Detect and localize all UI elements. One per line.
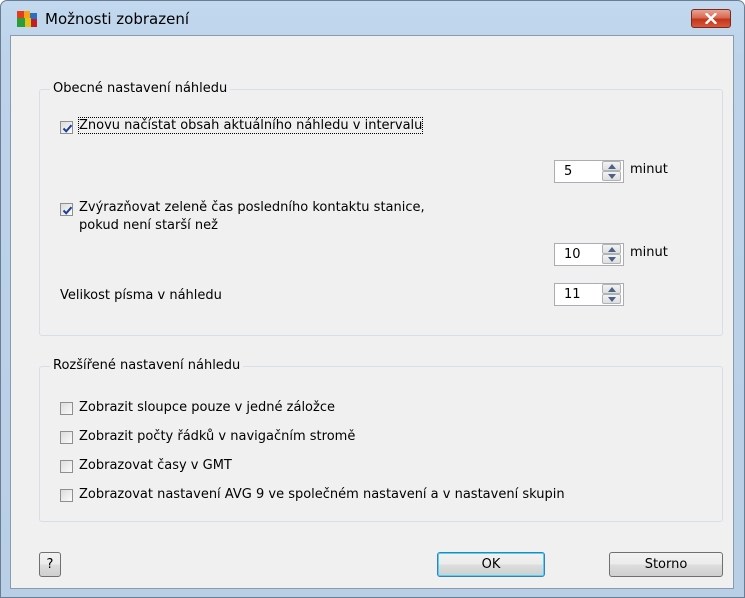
close-icon [705, 13, 717, 24]
row-counts-label[interactable]: Zobrazit počty řádků v navigačním stromě [79, 429, 355, 444]
arrow-down-icon [608, 297, 616, 302]
avg-logo-icon [17, 11, 37, 27]
reload-checkbox[interactable] [60, 121, 73, 134]
arrow-down-icon [608, 174, 616, 179]
close-button[interactable] [691, 9, 731, 28]
gmt-times-label[interactable]: Zobrazovat časy v GMT [79, 458, 232, 473]
font-size-spinner[interactable] [554, 283, 624, 306]
checkmark-icon [62, 206, 73, 215]
checkmark-icon [62, 124, 73, 133]
dialog-content: Obecné nastavení náhledu Znovu načístat … [10, 35, 734, 589]
dialog-window: Možnosti zobrazení Obecné nastavení náhl… [0, 0, 745, 598]
highlight-interval-unit: minut [630, 245, 668, 260]
font-size-input[interactable] [555, 284, 601, 305]
columns-single-tab-checkbox[interactable] [60, 402, 73, 415]
font-size-up-button[interactable] [602, 284, 621, 294]
highlight-label[interactable]: Zvýrazňovat zeleně čas posledního kontak… [79, 200, 425, 215]
reload-label[interactable]: Znovu načístat obsah aktuálního náhledu … [77, 117, 424, 134]
avg9-settings-label[interactable]: Zobrazovat nastavení AVG 9 ve společném … [79, 487, 565, 502]
arrow-up-icon [608, 164, 616, 169]
highlight-label-line2[interactable]: pokud není starší než [79, 218, 218, 233]
row-counts-checkbox[interactable] [60, 431, 73, 444]
font-size-down-button[interactable] [602, 294, 621, 304]
columns-single-tab-label[interactable]: Zobrazit sloupce pouze v jedné záložce [79, 400, 335, 415]
highlight-interval-input[interactable] [555, 244, 601, 265]
gmt-times-checkbox[interactable] [60, 460, 73, 473]
arrow-down-icon [608, 257, 616, 262]
advanced-settings-legend: Rozšířené nastavení náhledu [50, 358, 244, 373]
highlight-interval-up-button[interactable] [602, 244, 621, 254]
reload-interval-input[interactable] [555, 161, 601, 182]
arrow-up-icon [608, 287, 616, 292]
general-settings-group: Obecné nastavení náhledu Znovu načístat … [39, 81, 723, 336]
ok-button[interactable]: OK [437, 552, 545, 577]
cancel-button[interactable]: Storno [609, 552, 723, 577]
general-settings-legend: Obecné nastavení náhledu [50, 81, 231, 96]
avg9-settings-checkbox[interactable] [60, 489, 73, 502]
advanced-settings-group: Rozšířené nastavení náhledu Zobrazit slo… [39, 358, 723, 522]
window-title: Možnosti zobrazení [45, 10, 190, 28]
arrow-up-icon [608, 247, 616, 252]
reload-interval-down-button[interactable] [602, 171, 621, 181]
reload-interval-unit: minut [630, 162, 668, 177]
highlight-checkbox[interactable] [60, 203, 73, 216]
highlight-interval-spinner[interactable] [554, 243, 624, 266]
reload-interval-spinner[interactable] [554, 160, 624, 183]
help-button[interactable]: ? [39, 552, 61, 577]
title-bar[interactable]: Možnosti zobrazení [1, 1, 744, 35]
highlight-interval-down-button[interactable] [602, 254, 621, 264]
reload-interval-up-button[interactable] [602, 161, 621, 171]
font-size-label: Velikost písma v náhledu [60, 288, 222, 303]
